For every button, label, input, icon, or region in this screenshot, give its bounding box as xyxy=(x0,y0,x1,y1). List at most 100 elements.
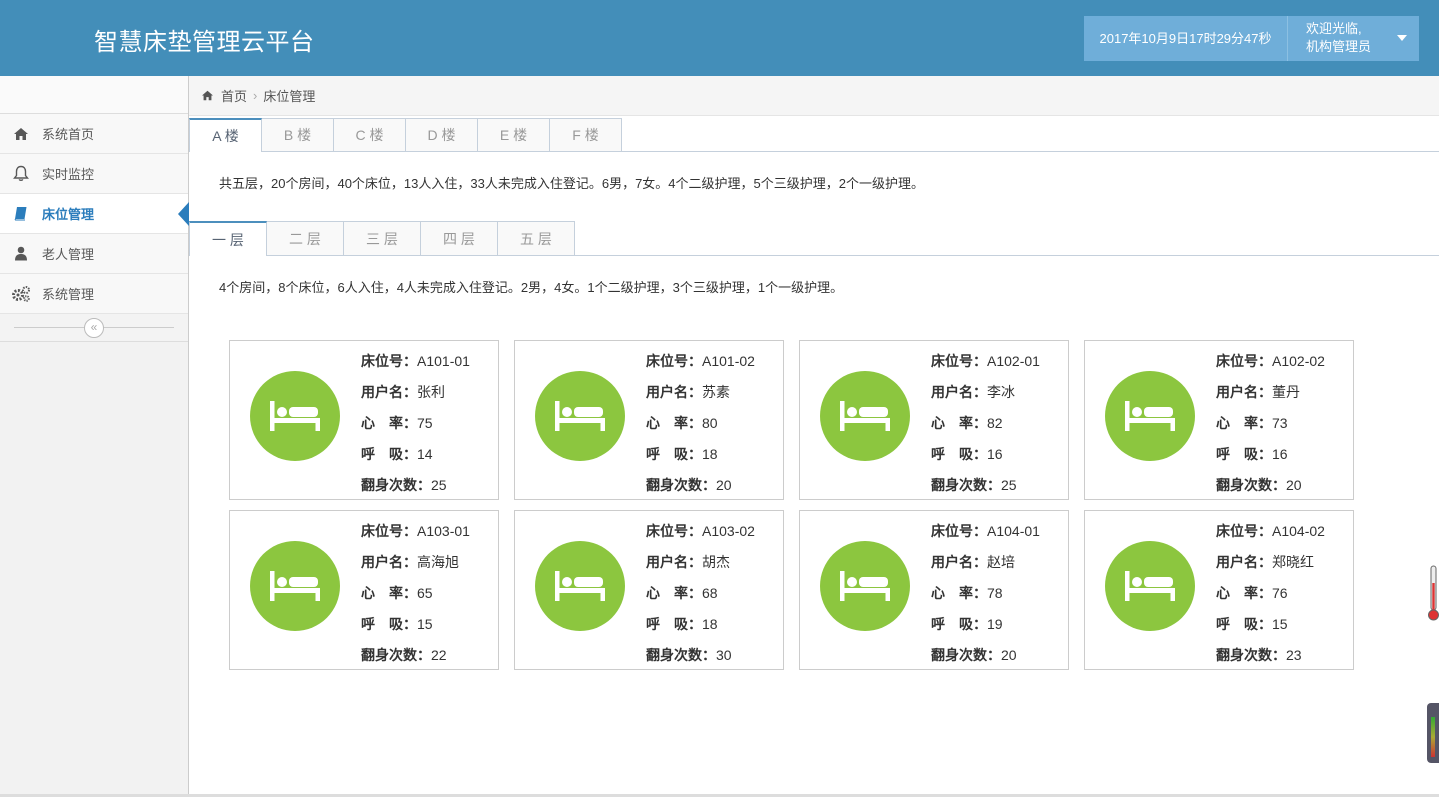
sidebar-item-bed-management[interactable]: 床位管理 xyxy=(0,194,189,234)
bed-no-row: 床位号：A104-02 xyxy=(1216,521,1325,552)
bed-card[interactable]: 床位号：A103-01 用户名：高海旭 心 率：65 呼 吸：15 翻身次数：2… xyxy=(229,510,499,670)
sidebar-item-system[interactable]: 系统管理 xyxy=(0,274,188,314)
bed-no-row: 床位号：A102-01 xyxy=(931,351,1040,382)
heart-rate-row: 心 率：80 xyxy=(646,413,755,444)
level-meter-icon[interactable] xyxy=(1427,703,1439,763)
bell-icon xyxy=(0,165,42,182)
bed-info: 床位号：A101-02 用户名：苏素 心 率：80 呼 吸：18 翻身次数：20 xyxy=(646,351,755,506)
field-label: 呼 吸： xyxy=(646,446,702,462)
breadcrumb-home-link[interactable]: 首页 xyxy=(221,86,247,105)
header-user-panel: 2017年10月9日17时29分47秒 欢迎光临, 机构管理员 xyxy=(1084,16,1419,61)
sidebar-item-home[interactable]: 系统首页 xyxy=(0,114,188,154)
heart-rate-value: 68 xyxy=(702,585,718,601)
tab-floor-3[interactable]: 三 层 xyxy=(343,221,421,255)
sidebar-item-monitor[interactable]: 实时监控 xyxy=(0,154,188,194)
turns-value: 22 xyxy=(431,647,447,663)
turns-value: 25 xyxy=(1001,477,1017,493)
field-label: 用户名： xyxy=(931,554,987,570)
tab-building-c[interactable]: C 楼 xyxy=(333,118,406,151)
field-label: 用户名： xyxy=(1216,554,1272,570)
bed-icon xyxy=(535,541,625,631)
bed-no-value: A103-01 xyxy=(417,523,470,539)
bed-no-row: 床位号：A102-02 xyxy=(1216,351,1325,382)
heart-rate-row: 心 率：73 xyxy=(1216,413,1325,444)
breadcrumb-current: 床位管理 xyxy=(263,89,316,104)
field-label: 用户名： xyxy=(361,554,417,570)
bed-icon xyxy=(250,371,340,461)
bed-card[interactable]: 床位号：A101-01 用户名：张利 心 率：75 呼 吸：14 翻身次数：25 xyxy=(229,340,499,500)
field-label: 用户名： xyxy=(646,554,702,570)
field-label: 心 率： xyxy=(361,585,417,601)
bed-card[interactable]: 床位号：A101-02 用户名：苏素 心 率：80 呼 吸：18 翻身次数：20 xyxy=(514,340,784,500)
field-label: 心 率： xyxy=(1216,585,1272,601)
bed-no-value: A101-02 xyxy=(702,353,755,369)
tab-floor-1[interactable]: 一 层 xyxy=(189,221,267,256)
field-label: 心 率： xyxy=(1216,415,1272,431)
turns-row: 翻身次数：25 xyxy=(931,475,1040,506)
tab-floor-2[interactable]: 二 层 xyxy=(266,221,344,255)
breath-row: 呼 吸：15 xyxy=(1216,614,1325,645)
field-label: 呼 吸： xyxy=(646,616,702,632)
heart-rate-row: 心 率：75 xyxy=(361,413,470,444)
bed-info: 床位号：A102-01 用户名：李冰 心 率：82 呼 吸：16 翻身次数：25 xyxy=(931,351,1040,506)
collapse-sidebar-button[interactable]: « xyxy=(84,318,104,338)
tab-building-e[interactable]: E 楼 xyxy=(477,118,550,151)
tab-building-a[interactable]: A 楼 xyxy=(189,118,262,152)
bed-no-row: 床位号：A103-01 xyxy=(361,521,470,552)
bed-card[interactable]: 床位号：A102-01 用户名：李冰 心 率：82 呼 吸：16 翻身次数：25 xyxy=(799,340,1069,500)
field-label: 床位号： xyxy=(361,353,417,369)
field-label: 呼 吸： xyxy=(931,616,987,632)
tab-building-b[interactable]: B 楼 xyxy=(261,118,334,151)
field-label: 心 率： xyxy=(361,415,417,431)
bed-no-row: 床位号：A104-01 xyxy=(931,521,1040,552)
home-icon xyxy=(0,127,42,141)
heart-rate-row: 心 率：82 xyxy=(931,413,1040,444)
heart-rate-row: 心 率：68 xyxy=(646,583,755,614)
sidebar: 系统首页 实时监控 床位管理 老人管理 系统管理 « xyxy=(0,76,189,797)
heart-rate-row: 心 率：78 xyxy=(931,583,1040,614)
field-label: 翻身次数： xyxy=(646,647,716,663)
bed-card[interactable]: 床位号：A104-01 用户名：赵培 心 率：78 呼 吸：19 翻身次数：20 xyxy=(799,510,1069,670)
bed-card[interactable]: 床位号：A103-02 用户名：胡杰 心 率：68 呼 吸：18 翻身次数：30 xyxy=(514,510,784,670)
top-header: 智慧床垫管理云平台 2017年10月9日17时29分47秒 欢迎光临, 机构管理… xyxy=(0,0,1439,76)
breath-value: 14 xyxy=(417,446,433,462)
turns-row: 翻身次数：20 xyxy=(1216,475,1325,506)
user-name-value: 高海旭 xyxy=(417,554,459,570)
turns-row: 翻身次数：20 xyxy=(931,645,1040,676)
bed-info: 床位号：A103-01 用户名：高海旭 心 率：65 呼 吸：15 翻身次数：2… xyxy=(361,521,470,676)
user-icon xyxy=(0,246,42,261)
tab-floor-5[interactable]: 五 层 xyxy=(497,221,575,255)
sidebar-shortcuts xyxy=(0,76,188,114)
breath-value: 16 xyxy=(1272,446,1288,462)
field-label: 用户名： xyxy=(361,384,417,400)
heart-rate-row: 心 率：76 xyxy=(1216,583,1325,614)
bed-icon xyxy=(820,371,910,461)
bed-no-value: A104-01 xyxy=(987,523,1040,539)
bed-card[interactable]: 床位号：A102-02 用户名：董丹 心 率：73 呼 吸：16 翻身次数：20 xyxy=(1084,340,1354,500)
bed-no-value: A102-01 xyxy=(987,353,1040,369)
turns-value: 23 xyxy=(1286,647,1302,663)
floor-tabs: 一 层 二 层 三 层 四 层 五 层 xyxy=(189,221,1439,256)
user-menu-button[interactable]: 欢迎光临, 机构管理员 xyxy=(1288,16,1419,61)
bed-info: 床位号：A104-01 用户名：赵培 心 率：78 呼 吸：19 翻身次数：20 xyxy=(931,521,1040,676)
user-name-value: 董丹 xyxy=(1272,384,1300,400)
bed-info: 床位号：A101-01 用户名：张利 心 率：75 呼 吸：14 翻身次数：25 xyxy=(361,351,470,506)
field-label: 翻身次数： xyxy=(646,477,716,493)
user-name-value: 苏素 xyxy=(702,384,730,400)
sidebar-item-elderly[interactable]: 老人管理 xyxy=(0,234,188,274)
tab-building-f[interactable]: F 楼 xyxy=(549,118,622,151)
breath-row: 呼 吸：18 xyxy=(646,614,755,645)
bed-icon xyxy=(1105,371,1195,461)
thermometer-icon[interactable] xyxy=(1428,565,1439,622)
breath-value: 15 xyxy=(1272,616,1288,632)
bed-card[interactable]: 床位号：A104-02 用户名：郑晓红 心 率：76 呼 吸：15 翻身次数：2… xyxy=(1084,510,1354,670)
bed-no-value: A103-02 xyxy=(702,523,755,539)
turns-value: 20 xyxy=(716,477,732,493)
field-label: 呼 吸： xyxy=(361,446,417,462)
bed-icon xyxy=(250,541,340,631)
field-label: 床位号： xyxy=(931,353,987,369)
tab-floor-4[interactable]: 四 层 xyxy=(420,221,498,255)
sidebar-item-label: 老人管理 xyxy=(42,247,95,262)
user-name-row: 用户名：胡杰 xyxy=(646,552,755,583)
tab-building-d[interactable]: D 楼 xyxy=(405,118,478,151)
